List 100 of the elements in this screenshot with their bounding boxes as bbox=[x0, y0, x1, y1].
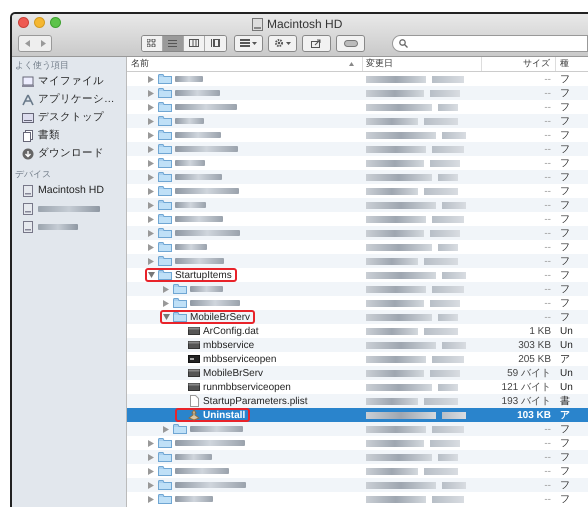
file-size: -- bbox=[544, 282, 551, 296]
blurred-time bbox=[438, 314, 458, 320]
tag-icon bbox=[344, 40, 358, 46]
column-heading[interactable]: 変更日 bbox=[366, 57, 393, 71]
view-mode-button[interactable] bbox=[163, 36, 184, 50]
file-size: -- bbox=[544, 240, 551, 254]
blurred-name bbox=[175, 118, 204, 124]
terminal-icon bbox=[188, 353, 200, 365]
blurred-date bbox=[366, 370, 424, 376]
disclosure-triangle-icon[interactable] bbox=[148, 118, 154, 124]
blurred-time bbox=[430, 370, 460, 376]
column-heading[interactable]: 名前 bbox=[131, 57, 149, 71]
disclosure-triangle-icon[interactable] bbox=[148, 104, 154, 110]
minimize-button[interactable] bbox=[34, 17, 45, 28]
disclosure-triangle-icon[interactable] bbox=[162, 314, 170, 320]
blurred-name bbox=[175, 160, 205, 166]
file-kind: フ bbox=[560, 450, 570, 464]
view-mode-control[interactable] bbox=[141, 34, 227, 52]
disclosure-triangle-icon[interactable] bbox=[148, 482, 154, 488]
column-heading[interactable]: 種 bbox=[560, 57, 569, 71]
disclosure-triangle-icon[interactable] bbox=[148, 216, 154, 222]
file-kind: フ bbox=[560, 142, 570, 156]
blurred-name bbox=[175, 244, 207, 250]
sidebar-item[interactable]: 書類 bbox=[38, 128, 60, 144]
blurred-date bbox=[366, 398, 418, 404]
disclosure-triangle-icon[interactable] bbox=[148, 174, 154, 180]
blurred-time bbox=[432, 496, 464, 502]
disclosure-triangle-icon[interactable] bbox=[148, 258, 154, 264]
file-kind: フ bbox=[560, 254, 570, 268]
disclosure-triangle-icon[interactable] bbox=[148, 90, 154, 96]
blurred-date bbox=[366, 272, 436, 278]
blurred-name bbox=[175, 76, 203, 82]
file-size: 121 バイト bbox=[502, 380, 551, 394]
tag-button[interactable] bbox=[336, 34, 365, 52]
disclosure-triangle-icon[interactable] bbox=[163, 300, 169, 306]
disclosure-triangle-icon[interactable] bbox=[148, 440, 154, 446]
file-kind: フ bbox=[560, 128, 570, 142]
file-kind: フ bbox=[560, 100, 570, 114]
disclosure-triangle-icon[interactable] bbox=[148, 132, 154, 138]
file-kind: フ bbox=[560, 156, 570, 170]
zoom-button[interactable] bbox=[50, 17, 61, 28]
selected-row[interactable]: Uninstall 103 KB ア bbox=[127, 408, 588, 422]
file-icon bbox=[188, 339, 200, 351]
icon-view-icon bbox=[147, 39, 157, 47]
file-kind: フ bbox=[560, 114, 570, 128]
disclosure-triangle-icon[interactable] bbox=[163, 286, 169, 292]
file-size: 193 バイト bbox=[502, 394, 551, 408]
back-forward-control[interactable] bbox=[18, 34, 52, 52]
folder-icon bbox=[173, 283, 187, 295]
disclosure-triangle-icon[interactable] bbox=[148, 496, 154, 502]
disclosure-triangle-icon[interactable] bbox=[148, 160, 154, 166]
sidebar-item[interactable]: ダウンロード bbox=[38, 146, 104, 162]
disclosure-triangle-icon[interactable] bbox=[148, 202, 154, 208]
column-heading[interactable]: サイズ bbox=[523, 57, 550, 71]
file-kind: フ bbox=[560, 170, 570, 184]
window-title: Macintosh HD bbox=[267, 16, 342, 33]
disclosure-triangle-icon[interactable] bbox=[148, 272, 154, 278]
blurred-name bbox=[190, 300, 240, 306]
blurred-date bbox=[366, 216, 426, 222]
blurred-time bbox=[438, 174, 458, 180]
sidebar-item[interactable]: マイファイル bbox=[38, 74, 104, 90]
disclosure-triangle-icon[interactable] bbox=[163, 426, 169, 432]
share-button[interactable] bbox=[302, 34, 331, 52]
disclosure-triangle-icon[interactable] bbox=[148, 454, 154, 460]
file-kind: フ bbox=[560, 296, 570, 310]
file-kind: フ bbox=[560, 310, 570, 324]
blurred-time bbox=[442, 272, 466, 278]
installer-icon bbox=[188, 409, 200, 421]
file-kind: フ bbox=[560, 422, 570, 436]
sidebar-item[interactable]: Macintosh HD bbox=[38, 183, 104, 199]
file-size: -- bbox=[544, 310, 551, 324]
blurred-date bbox=[366, 356, 426, 362]
file-size: 303 KB bbox=[518, 338, 551, 352]
blurred-name bbox=[38, 206, 100, 212]
file-kind: Un bbox=[560, 380, 573, 394]
disclosure-triangle-icon[interactable] bbox=[148, 76, 154, 82]
desktop-icon bbox=[22, 112, 34, 124]
folder-icon bbox=[173, 297, 187, 309]
back-icon bbox=[24, 40, 30, 46]
sidebar-item[interactable]: アプリケーシ… bbox=[38, 92, 114, 108]
file-size: -- bbox=[544, 198, 551, 212]
sidebar-item[interactable]: デスクトップ bbox=[38, 110, 104, 126]
view-mode-button[interactable] bbox=[142, 36, 163, 50]
blurred-name bbox=[175, 230, 240, 236]
search-field[interactable] bbox=[392, 34, 588, 52]
blurred-name bbox=[175, 216, 223, 222]
disclosure-triangle-icon[interactable] bbox=[148, 244, 154, 250]
close-button[interactable] bbox=[18, 17, 29, 28]
blurred-date bbox=[366, 384, 432, 390]
file-kind: Un bbox=[560, 366, 573, 380]
disclosure-triangle-icon[interactable] bbox=[148, 146, 154, 152]
folder-icon bbox=[173, 311, 187, 323]
blurred-name bbox=[175, 174, 222, 180]
apps-icon bbox=[22, 94, 34, 106]
disclosure-triangle-icon[interactable] bbox=[148, 468, 154, 474]
action-button[interactable] bbox=[268, 34, 297, 52]
disclosure-triangle-icon[interactable] bbox=[148, 230, 154, 236]
column-view-icon bbox=[189, 39, 199, 47]
disclosure-triangle-icon[interactable] bbox=[148, 188, 154, 194]
arrange-button[interactable] bbox=[234, 34, 263, 52]
